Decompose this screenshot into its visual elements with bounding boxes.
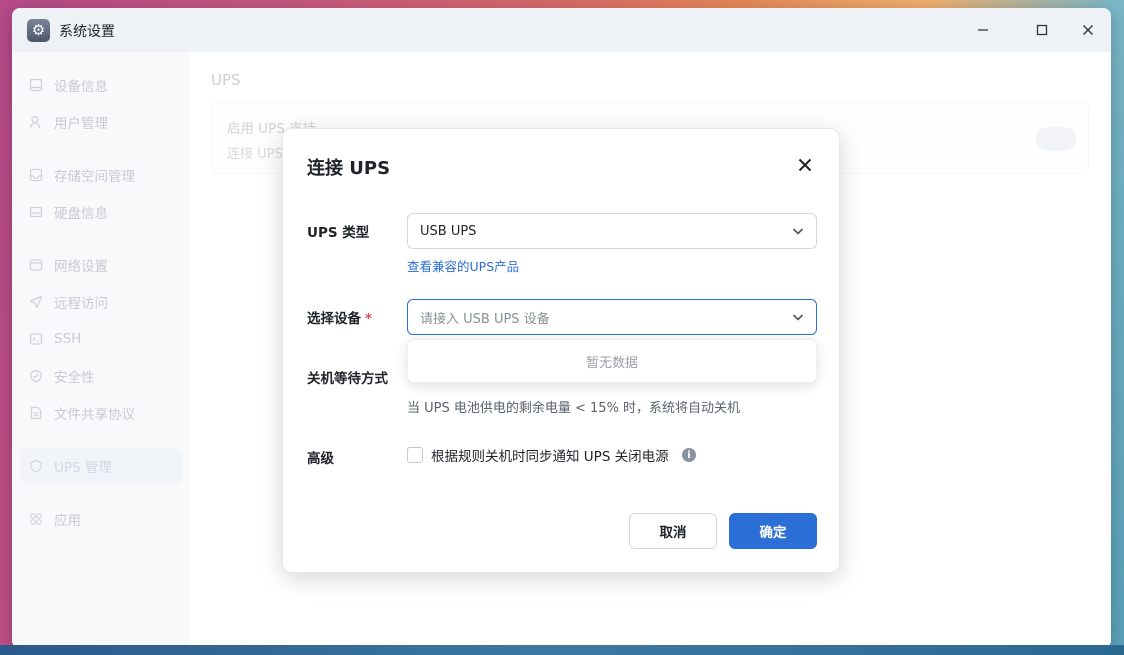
select-device-label-text: 选择设备 [307,311,361,327]
advanced-label: 高级 [307,451,334,467]
titlebar: ⚙ 系统设置 [12,8,1111,52]
device-select[interactable]: 请接入 USB UPS 设备 [407,299,817,335]
compat-prefix: 查看 [407,259,433,274]
device-dropdown: 暂无数据 [407,339,817,383]
minimize-button[interactable] [968,16,998,44]
required-mark: * [365,311,373,327]
window-title: 系统设置 [59,24,115,40]
maximize-button[interactable] [1027,16,1057,44]
close-window-button[interactable] [1073,16,1103,44]
compat-ups-link[interactable]: 兼容的UPS产品 [432,259,519,274]
settings-gear-icon: ⚙ [27,19,50,42]
notify-ups-checkbox-label[interactable]: 根据规则关机时同步通知 UPS 关闭电源 [431,445,669,465]
cancel-button[interactable]: 取消 [629,513,717,549]
desktop-taskbar-edge [0,645,1124,655]
select-device-label: 选择设备 * [307,307,372,327]
chevron-down-icon [792,314,804,321]
ups-type-value: USB UPS [420,223,477,239]
dropdown-empty-text: 暂无数据 [585,355,638,371]
connect-ups-dialog: 连接 UPS UPS 类型 USB UPS 查看兼容的UPS产品 选择设备 * 请… [282,128,840,573]
shutdown-mode-label: 关机等待方式 [307,371,388,387]
close-icon[interactable] [793,153,817,177]
device-placeholder: 请接入 USB UPS 设备 [420,311,550,327]
ups-type-label: UPS 类型 [307,225,370,241]
confirm-button[interactable]: 确定 [729,513,817,549]
compat-link-row: 查看兼容的UPS产品 [407,256,519,275]
ups-type-select[interactable]: USB UPS [407,213,817,249]
chevron-down-icon [792,228,804,235]
shutdown-hint: 当 UPS 电池供电的剩余电量 < 15% 时，系统将自动关机 [407,401,741,416]
notify-ups-checkbox[interactable] [407,447,423,463]
dialog-title: 连接 UPS [307,158,391,179]
info-icon[interactable]: i [682,448,696,462]
